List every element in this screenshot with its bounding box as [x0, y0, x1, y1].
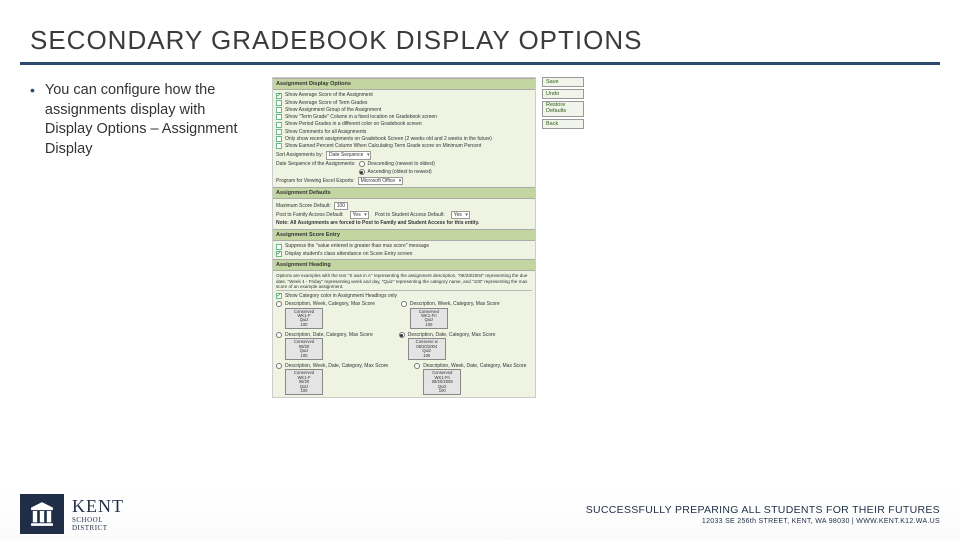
address-line: 12033 SE 256th STREET, KENT, WA 98030 | …: [586, 518, 940, 525]
opt-label: Show Period Grades in a different color …: [285, 121, 422, 127]
radio-asc[interactable]: [359, 169, 365, 175]
h0-label: Description, Week, Category, Max Score: [285, 301, 375, 307]
h3-label: Description, Date, Category, Max Score: [408, 332, 496, 338]
sort-select[interactable]: Date Sequence: [326, 151, 371, 159]
fam-label: Post to Family Access Default:: [276, 212, 344, 218]
opt-label: Show "Term Grade" Column in a fixed loca…: [285, 114, 437, 120]
h3-card: Conserve w08/20/2004Quiz100: [408, 338, 446, 360]
h5-label: Description, Week, Date, Category, Max S…: [423, 363, 526, 369]
h4-label: Description, Week, Date, Category, Max S…: [285, 363, 388, 369]
h5-card: ConservedWK1-Fri08/20/2008Quiz100: [423, 369, 461, 395]
h4-card: ConservedWK1-F08/20Quiz100: [285, 369, 323, 395]
radio-h1[interactable]: [401, 301, 407, 307]
radio-h0[interactable]: [276, 301, 282, 307]
sec2-header: Assignment Defaults: [273, 187, 535, 199]
stu-select[interactable]: Yes: [451, 211, 470, 219]
bullet-item: • You can configure how the assignments …: [30, 81, 250, 159]
restore-defaults-button[interactable]: Restore Defaults: [542, 101, 584, 117]
radio-h2[interactable]: [276, 332, 282, 338]
chk-term-col[interactable]: [276, 114, 282, 120]
opt-label: Suppress the "value entered is greater t…: [285, 243, 429, 249]
opt-label: Display student's class attendance on Sc…: [285, 251, 412, 257]
sort-label: Sort Assignments by:: [276, 152, 323, 158]
bullet-dot-icon: •: [30, 81, 35, 159]
h2-label: Description, Date, Category, Max Score: [285, 332, 373, 338]
chk-avg-score[interactable]: [276, 93, 282, 99]
sec3-header: Assignment Score Entry: [273, 229, 535, 241]
excel-label: Program for Viewing Excel Exports:: [276, 178, 355, 184]
opt-label: Show Assignment Group of the Assignment: [285, 107, 381, 113]
defaults-note: Note: All Assignments are forced to Post…: [276, 220, 479, 226]
h1-label: Description, Week, Category, Max Score: [410, 301, 500, 307]
opt-label: Only show recent assignments on Gradeboo…: [285, 136, 492, 142]
side-buttons: Save Undo Restore Defaults Back: [542, 77, 584, 398]
display-options-panel: Assignment Display Options Show Average …: [272, 77, 536, 398]
maxscore-label: Maximum Score Default:: [276, 203, 331, 209]
tagline: SUCCESSFULLY PREPARING ALL STUDENTS FOR …: [586, 504, 940, 516]
sec4-header: Assignment Heading: [273, 259, 535, 271]
chk-attendance[interactable]: [276, 251, 282, 257]
chk-assign-group[interactable]: [276, 107, 282, 113]
heading-help: Options are examples with the text "S wa…: [276, 273, 532, 289]
fam-select[interactable]: Yes: [350, 211, 369, 219]
page-title: SECONDARY GRADEBOOK DISPLAY OPTIONS: [0, 0, 960, 62]
chk-avg-term[interactable]: [276, 100, 282, 106]
radio-label: Descending (newest to oldest): [368, 161, 435, 167]
back-button[interactable]: Back: [542, 119, 584, 129]
chk-comments[interactable]: [276, 129, 282, 135]
h1-card: ConservedWK1-FriQuiz100: [410, 308, 448, 330]
excel-select[interactable]: Microsoft Office: [358, 177, 404, 185]
opt-label: Show Comments for all Assignments: [285, 129, 366, 135]
district-logo-icon: [20, 494, 64, 534]
h0-card: ConservedWK1-FQuiz100: [285, 308, 323, 330]
h2-card: Conserved08/20Quiz100: [285, 338, 323, 360]
undo-button[interactable]: Undo: [542, 89, 584, 99]
radio-desc[interactable]: [359, 161, 365, 167]
stu-label: Post to Student Access Default:: [375, 212, 445, 218]
chk-suppress[interactable]: [276, 244, 282, 250]
radio-h4[interactable]: [276, 363, 282, 369]
radio-h3[interactable]: [399, 332, 405, 338]
bullet-text: You can configure how the assignments di…: [45, 81, 250, 159]
opt-label: Show Earned Percent Column When Calculat…: [285, 143, 481, 149]
opt-label: Show Average Score of the Assignment: [285, 92, 373, 98]
sec1-header: Assignment Display Options: [273, 78, 535, 90]
chk-recent[interactable]: [276, 136, 282, 142]
maxscore-input[interactable]: 100: [334, 202, 348, 210]
opt-label: Show Category color in Assignment Headin…: [285, 293, 397, 299]
title-rule: [20, 62, 940, 65]
chk-cat-color[interactable]: [276, 293, 282, 299]
brand-name: KENT: [72, 496, 124, 517]
brand-sub2: DISTRICT: [72, 525, 124, 532]
dateseq-label: Date Sequence of the Assignments:: [276, 161, 356, 167]
radio-label: Ascending (oldest to newest): [368, 169, 432, 175]
chk-earned-pct[interactable]: [276, 143, 282, 149]
footer: KENT SCHOOL DISTRICT SUCCESSFULLY PREPAR…: [0, 490, 960, 540]
chk-period-color[interactable]: [276, 122, 282, 128]
opt-label: Show Average Score of Term Grades: [285, 100, 367, 106]
save-button[interactable]: Save: [542, 77, 584, 87]
radio-h5[interactable]: [414, 363, 420, 369]
